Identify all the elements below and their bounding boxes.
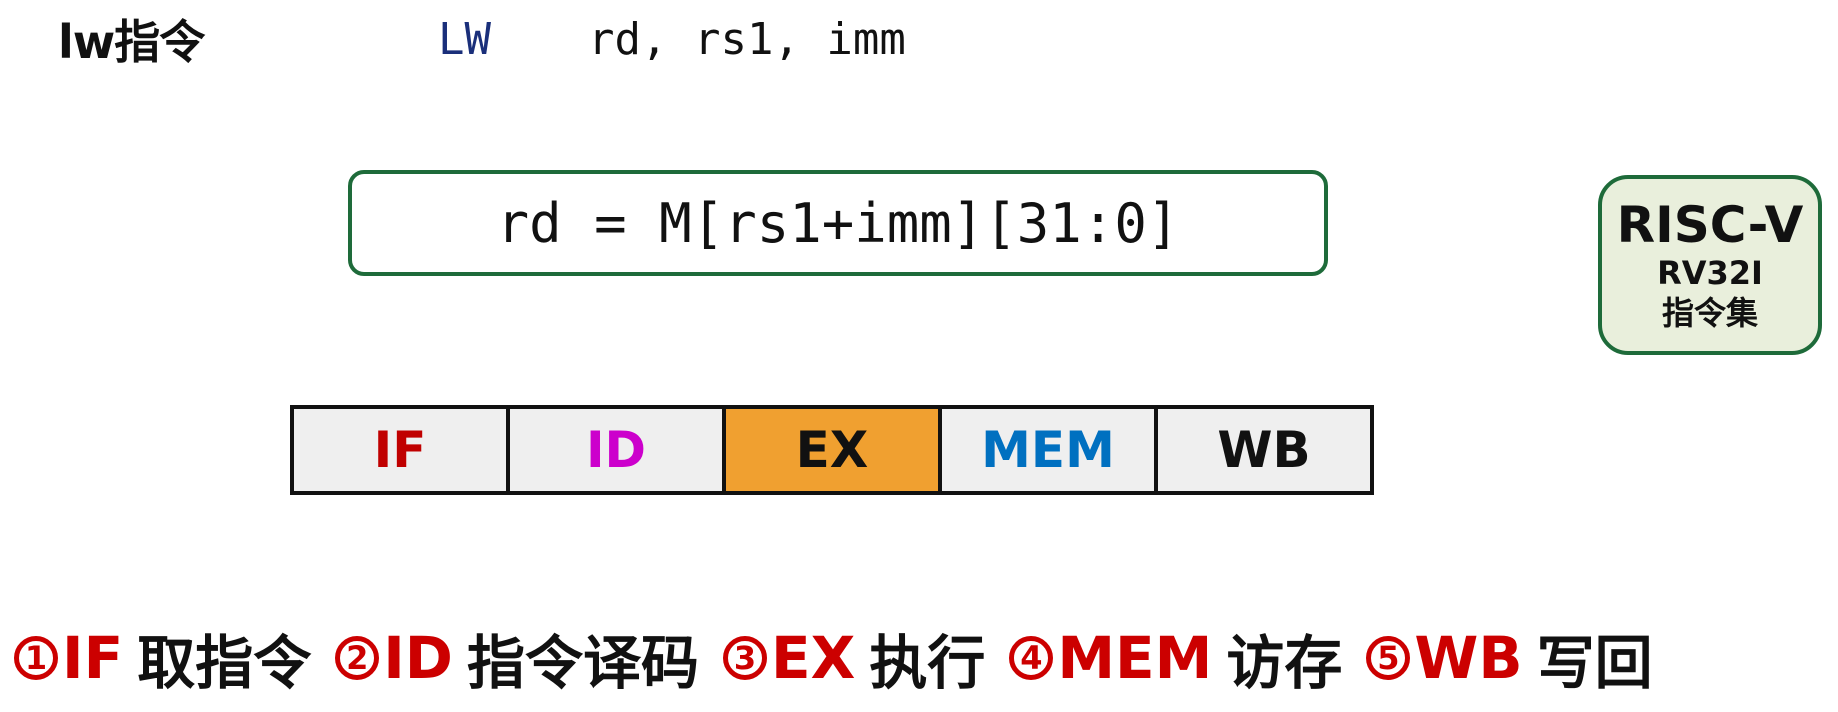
formula-text: rd = M[rs1+imm][31:0] xyxy=(496,191,1180,255)
pipeline-stage-id: ID xyxy=(506,405,726,495)
legend-item-mem: 4 MEM 访存 xyxy=(1009,616,1342,700)
legend-desc: 取指令 xyxy=(137,629,312,697)
isa-badge: RISC-V RV32I 指令集 xyxy=(1598,175,1822,355)
pipeline-stage-if: IF xyxy=(290,405,510,495)
instruction-operands: rd, rs1, imm xyxy=(588,14,906,65)
legend-abbr: ID xyxy=(383,624,453,692)
legend-item-wb: 5 WB 写回 xyxy=(1366,616,1653,700)
legend-abbr: MEM xyxy=(1057,624,1213,692)
legend-desc: 访存 xyxy=(1226,629,1343,697)
circled-number-2-icon: 2 xyxy=(335,636,380,680)
circled-number-5-icon: 5 xyxy=(1366,636,1411,680)
instruction-mnemonic: LW xyxy=(438,14,491,65)
legend-item-if: 1 IF 取指令 xyxy=(14,616,311,700)
legend-abbr: WB xyxy=(1414,624,1523,692)
isa-name: RISC-V xyxy=(1616,196,1804,254)
legend-desc: 执行 xyxy=(869,629,986,697)
formula-box: rd = M[rs1+imm][31:0] xyxy=(348,170,1328,276)
legend-item-ex: 3 EX 执行 xyxy=(722,616,986,700)
pipeline-stage-ex: EX xyxy=(722,405,942,495)
isa-label: 指令集 xyxy=(1661,294,1758,332)
legend-desc: 指令译码 xyxy=(466,629,699,697)
isa-variant: RV32I xyxy=(1657,254,1763,292)
legend-abbr: IF xyxy=(62,624,124,692)
page-title: lw指令 xyxy=(58,15,205,69)
pipeline-diagram: IF ID EX MEM WB xyxy=(290,405,1374,495)
circled-number-4-icon: 4 xyxy=(1009,636,1054,680)
stage-legend: 1 IF 取指令 2 ID 指令译码 3 EX 执行 4 MEM 访存 5 WB… xyxy=(14,616,1677,700)
circled-number-3-icon: 3 xyxy=(722,636,767,680)
legend-abbr: EX xyxy=(770,624,856,692)
legend-desc: 写回 xyxy=(1536,629,1653,697)
circled-number-1-icon: 1 xyxy=(14,636,58,680)
pipeline-stage-wb: WB xyxy=(1154,405,1374,495)
pipeline-stage-mem: MEM xyxy=(938,405,1158,495)
legend-item-id: 2 ID 指令译码 xyxy=(335,616,699,700)
